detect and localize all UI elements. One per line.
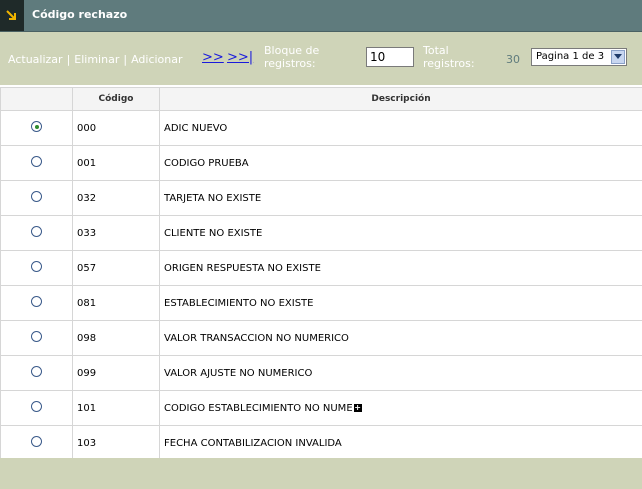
chevron-down-icon[interactable] bbox=[611, 50, 625, 64]
block-label-line-2: registros: bbox=[264, 57, 316, 70]
codigo-cell: 099 bbox=[72, 355, 160, 391]
table-row[interactable]: 081 ESTABLECIMIENTO NO EXISTE bbox=[0, 285, 642, 321]
table-row[interactable]: 057 ORIGEN RESPUESTA NO EXISTE bbox=[0, 250, 642, 286]
descripcion-text: CODIGO ESTABLECIMIENTO NO NUME bbox=[164, 402, 353, 414]
table-row[interactable]: 000 ADIC NUEVO bbox=[0, 110, 642, 146]
table-row[interactable]: 099 VALOR AJUSTE NO NUMERICO bbox=[0, 355, 642, 391]
column-header-codigo: Código bbox=[72, 87, 160, 111]
row-select-cell bbox=[0, 425, 73, 461]
descripcion-cell: ESTABLECIMIENTO NO EXISTE bbox=[159, 285, 642, 321]
total-label-line-1: Total bbox=[423, 44, 449, 57]
row-select-cell bbox=[0, 250, 73, 286]
next-page-link[interactable]: >> bbox=[202, 50, 224, 65]
title-bar: Código rechazo bbox=[0, 0, 642, 32]
codigo-cell: 001 bbox=[72, 145, 160, 181]
row-radio[interactable] bbox=[31, 261, 42, 272]
arrow-down-right-icon bbox=[0, 0, 24, 31]
page-select[interactable]: Pagina 1 de 3 bbox=[531, 48, 627, 66]
table-row[interactable]: 103 FECHA CONTABILIZACION INVALIDA bbox=[0, 425, 642, 461]
separator: | bbox=[66, 53, 71, 66]
page-title: Código rechazo bbox=[32, 8, 128, 21]
descripcion-cell: ADIC NUEVO bbox=[159, 110, 642, 146]
table-row[interactable]: 032 TARJETA NO EXISTE bbox=[0, 180, 642, 216]
add-link[interactable]: Adicionar bbox=[131, 53, 182, 66]
table-row[interactable]: 001 CODIGO PRUEBA bbox=[0, 145, 642, 181]
row-radio[interactable] bbox=[31, 296, 42, 307]
row-select-cell bbox=[0, 355, 73, 391]
descripcion-cell: ORIGEN RESPUESTA NO EXISTE bbox=[159, 250, 642, 286]
update-link[interactable]: Actualizar bbox=[8, 53, 63, 66]
block-size-input[interactable] bbox=[366, 47, 414, 67]
descripcion-text: ESTABLECIMIENTO NO EXISTE bbox=[164, 297, 314, 309]
descripcion-cell: CODIGO ESTABLECIMIENTO NO NUME + bbox=[159, 390, 642, 426]
separator: | bbox=[123, 53, 128, 66]
total-label: Total registros: bbox=[423, 44, 475, 70]
block-label: Bloque de registros: bbox=[264, 44, 319, 70]
descripcion-text: CODIGO PRUEBA bbox=[164, 157, 249, 169]
row-radio[interactable] bbox=[31, 331, 42, 342]
row-select-cell bbox=[0, 215, 73, 251]
descripcion-cell: FECHA CONTABILIZACION INVALIDA bbox=[159, 425, 642, 461]
results-table: Código Descripción 000 ADIC NUEVO 001 CODIG… bbox=[0, 87, 642, 461]
codigo-cell: 033 bbox=[72, 215, 160, 251]
action-links: Actualizar | Eliminar | Adicionar bbox=[8, 53, 183, 66]
descripcion-cell: TARJETA NO EXISTE bbox=[159, 180, 642, 216]
descripcion-cell: VALOR TRANSACCION NO NUMERICO bbox=[159, 320, 642, 356]
codigo-cell: 032 bbox=[72, 180, 160, 216]
table-header-row: Código Descripción bbox=[0, 87, 642, 111]
row-select-cell bbox=[0, 390, 73, 426]
codigo-cell: 000 bbox=[72, 110, 160, 146]
table-row[interactable]: 098 VALOR TRANSACCION NO NUMERICO bbox=[0, 320, 642, 356]
row-radio[interactable] bbox=[31, 191, 42, 202]
descripcion-text: TARJETA NO EXISTE bbox=[164, 192, 262, 204]
codigo-cell: 101 bbox=[72, 390, 160, 426]
table-row[interactable]: 101 CODIGO ESTABLECIMIENTO NO NUME + bbox=[0, 390, 642, 426]
row-select-cell bbox=[0, 285, 73, 321]
descripcion-text: FECHA CONTABILIZACION INVALIDA bbox=[164, 437, 342, 449]
row-radio[interactable] bbox=[31, 366, 42, 377]
codigo-cell: 098 bbox=[72, 320, 160, 356]
row-select-cell bbox=[0, 320, 73, 356]
last-page-link[interactable]: >>| bbox=[227, 50, 253, 65]
row-radio[interactable] bbox=[31, 226, 42, 237]
row-radio[interactable] bbox=[31, 121, 42, 132]
total-records-value: 30 bbox=[506, 53, 520, 66]
toolbar: Actualizar | Eliminar | Adicionar >> >>| Blo… bbox=[0, 32, 642, 85]
table-row[interactable]: 033 CLIENTE NO EXISTE bbox=[0, 215, 642, 251]
row-select-cell bbox=[0, 180, 73, 216]
footer-bar bbox=[0, 458, 642, 489]
plus-icon[interactable]: + bbox=[353, 403, 362, 412]
row-radio[interactable] bbox=[31, 401, 42, 412]
codigo-cell: 057 bbox=[72, 250, 160, 286]
block-label-line-1: Bloque de bbox=[264, 44, 320, 57]
total-label-line-2: registros: bbox=[423, 57, 475, 70]
descripcion-text: CLIENTE NO EXISTE bbox=[164, 227, 263, 239]
codigo-cell: 081 bbox=[72, 285, 160, 321]
row-radio[interactable] bbox=[31, 156, 42, 167]
column-header-descripcion: Descripción bbox=[159, 87, 642, 111]
delete-link[interactable]: Eliminar bbox=[74, 53, 119, 66]
descripcion-text: ORIGEN RESPUESTA NO EXISTE bbox=[164, 262, 321, 274]
descripcion-text: VALOR TRANSACCION NO NUMERICO bbox=[164, 332, 349, 344]
row-radio[interactable] bbox=[31, 436, 42, 447]
descripcion-cell: VALOR AJUSTE NO NUMERICO bbox=[159, 355, 642, 391]
codigo-cell: 103 bbox=[72, 425, 160, 461]
row-select-cell bbox=[0, 110, 73, 146]
descripcion-text: VALOR AJUSTE NO NUMERICO bbox=[164, 367, 313, 379]
descripcion-cell: CODIGO PRUEBA bbox=[159, 145, 642, 181]
descripcion-text: ADIC NUEVO bbox=[164, 122, 228, 134]
row-select-cell bbox=[0, 145, 73, 181]
descripcion-cell: CLIENTE NO EXISTE bbox=[159, 215, 642, 251]
page-select-value: Pagina 1 de 3 bbox=[536, 51, 605, 62]
column-header-select bbox=[0, 87, 73, 111]
